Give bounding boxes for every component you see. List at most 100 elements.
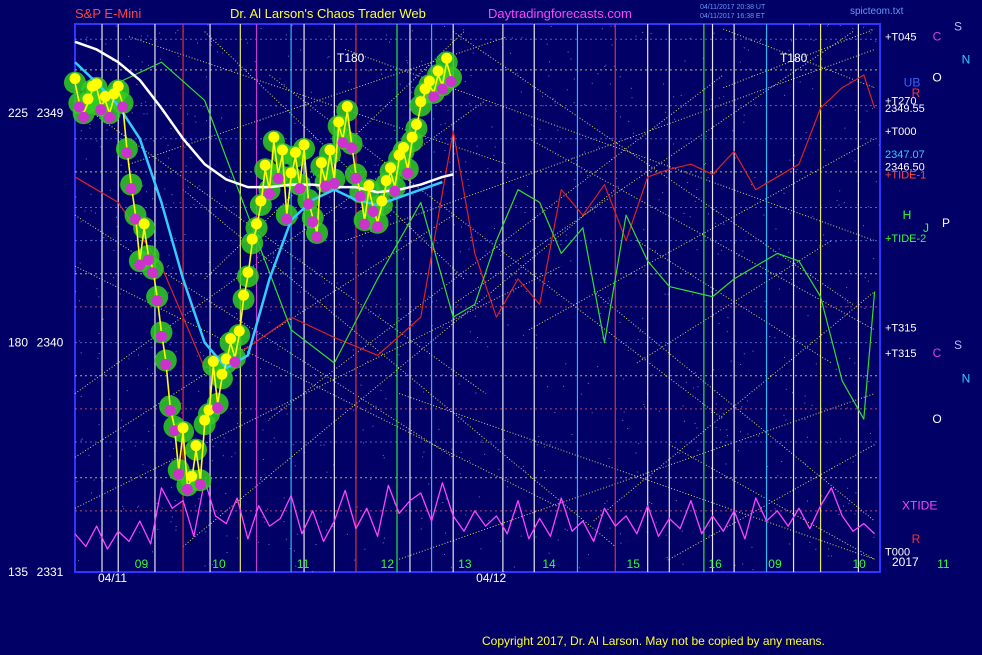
low-dot [272,172,284,184]
star-dot [171,487,173,489]
star-dot [478,496,480,498]
star-dot [863,225,865,227]
star-dot [140,102,142,104]
star-dot [855,492,857,494]
star-dot [363,442,365,444]
star-dot [804,402,806,404]
low-dot [229,356,241,368]
star-dot [619,321,621,323]
star-dot [296,291,298,293]
star-dot [86,36,88,38]
star-dot [870,29,872,31]
star-dot [460,451,462,453]
star-dot [719,429,721,431]
right-axis-label: 2349.55 [885,103,925,115]
star-dot [405,235,407,237]
high-dot [255,195,267,207]
star-dot [258,541,260,543]
low-dot [350,172,362,184]
star-dot [599,312,601,314]
star-dot [198,390,200,392]
star-dot [436,242,438,244]
star-dot [846,407,848,409]
xtide-label: XTIDE [902,499,937,513]
star-dot [193,275,195,277]
right-axis-label: 2347.07 [885,149,925,161]
star-dot [232,205,234,207]
star-dot [285,538,287,540]
star-dot [168,265,170,267]
star-dot [116,216,118,218]
star-dot [368,312,370,314]
star-dot [447,109,449,111]
star-dot [654,250,656,252]
star-dot [346,533,348,535]
star-dot [572,157,574,159]
low-dot [445,76,457,88]
star-dot [406,59,408,61]
star-dot [399,83,401,85]
star-dot [591,82,593,84]
star-dot [491,126,493,128]
star-dot [130,279,132,281]
star-dot [198,185,200,187]
star-dot [407,62,409,64]
star-dot [743,47,745,49]
high-dot [186,470,198,482]
star-dot [469,103,471,105]
star-dot [507,176,509,178]
star-dot [109,189,111,191]
star-dot [191,310,193,312]
star-dot [152,198,154,200]
star-dot [503,439,505,441]
star-dot [257,333,259,335]
star-dot [394,129,396,131]
high-dot [376,195,388,207]
star-dot [531,124,533,126]
star-dot [821,58,823,60]
star-dot [805,132,807,134]
star-dot [689,216,691,218]
star-dot [283,521,285,523]
low-dot [307,216,319,228]
star-dot [222,52,224,54]
star-dot [643,269,645,271]
star-dot [398,354,400,356]
star-dot [655,521,657,523]
star-dot [90,492,92,494]
star-dot [449,161,451,163]
star-dot [167,157,169,159]
star-dot [388,41,390,43]
star-dot [79,340,81,342]
star-dot [498,468,500,470]
star-dot [480,548,482,550]
star-dot [116,226,118,228]
star-dot [145,101,147,103]
star-dot [147,64,149,66]
star-dot [552,97,554,99]
star-dot [225,492,227,494]
star-dot [718,323,720,325]
star-dot [315,543,317,545]
star-dot [707,213,709,215]
star-dot [157,528,159,530]
star-dot [283,339,285,341]
star-dot [658,199,660,201]
low-dot [372,221,384,233]
star-dot [196,355,198,357]
star-dot [799,81,801,83]
star-dot [119,293,121,295]
star-dot [804,462,806,464]
star-dot [742,250,744,252]
star-dot [749,68,751,70]
star-dot [268,321,270,323]
star-dot [740,363,742,365]
star-dot [812,215,814,217]
star-dot [178,55,180,57]
star-dot [165,203,167,205]
star-dot [684,420,686,422]
right-axis-label: +T045 [885,32,917,44]
star-dot [323,444,325,446]
star-dot [89,124,91,126]
site-url[interactable]: Daytradingforecasts.com [488,6,632,21]
